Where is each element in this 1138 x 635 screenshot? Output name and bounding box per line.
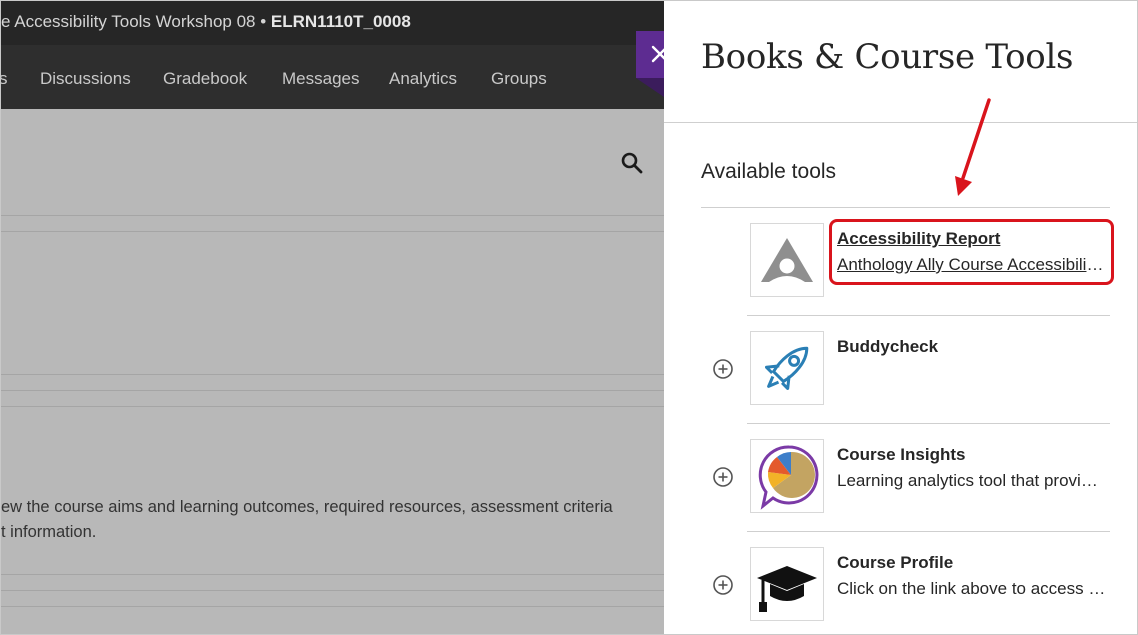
nav-item-messages[interactable]: Messages: [282, 69, 359, 89]
divider: [1, 215, 664, 216]
tool-description: Learning analytics tool that provides: [837, 471, 1107, 490]
nav-item-gradebook[interactable]: Gradebook: [163, 69, 247, 89]
course-title: e Accessibility Tools Workshop 08 • ELRN…: [1, 12, 411, 32]
close-button-tail: [636, 78, 664, 97]
divider: [1, 590, 664, 591]
ally-logo-icon: [761, 238, 813, 282]
divider: [1, 606, 664, 607]
course-title-text: e Accessibility Tools Workshop 08 •: [1, 12, 271, 31]
divider: [1, 374, 664, 375]
nav-item-discussions[interactable]: Discussions: [40, 69, 131, 89]
tool-name: Course Insights: [837, 445, 966, 464]
add-tool-icon[interactable]: [712, 358, 734, 380]
section-heading: Available tools: [701, 160, 837, 183]
course-code: ELRN1110T_0008: [270, 12, 411, 31]
app-window: e Accessibility Tools Workshop 08 • ELRN…: [0, 0, 1138, 635]
tool-description: Click on the link above to access the co…: [837, 579, 1107, 598]
course-header-bar: e Accessibility Tools Workshop 08 • ELRN…: [1, 1, 664, 45]
course-description-text: ew the course aims and learning outcomes…: [1, 495, 664, 545]
divider: [1, 574, 664, 575]
tool-name: Course Profile: [837, 553, 954, 572]
rocket-icon: [764, 346, 809, 391]
course-nav-bar: s Discussions Gradebook Messages Analyti…: [1, 45, 664, 109]
tool-thumbnail: [750, 547, 824, 621]
search-icon[interactable]: [620, 151, 644, 175]
course-description-line: t information.: [1, 523, 97, 541]
divider: [664, 122, 1137, 123]
nav-item-groups[interactable]: Groups: [491, 69, 547, 89]
add-tool-icon[interactable]: [712, 574, 734, 596]
highlight-annotation-box: [829, 219, 1114, 285]
tool-thumbnail: [750, 331, 824, 405]
tool-thumbnail: [750, 439, 824, 513]
books-course-tools-panel: Books & Course Tools Available tools Acc…: [664, 1, 1137, 634]
course-description-line: ew the course aims and learning outcomes…: [1, 498, 613, 516]
tool-item-buddycheck[interactable]: Buddycheck: [747, 316, 1110, 424]
tool-item-course-profile[interactable]: Course Profile Click on the link above t…: [747, 532, 1110, 634]
tool-thumbnail: [750, 223, 824, 297]
divider: [1, 390, 664, 391]
tool-item-course-insights[interactable]: Course Insights Learning analytics tool …: [747, 424, 1110, 532]
tool-name: Buddycheck: [837, 337, 939, 356]
nav-item-analytics[interactable]: Analytics: [389, 69, 457, 89]
red-arrow-annotation-icon: [955, 98, 991, 196]
pie-chart-speech-icon: [758, 445, 819, 510]
divider: [1, 406, 664, 407]
nav-item-partial[interactable]: s: [1, 69, 8, 89]
divider: [1, 231, 664, 232]
course-page-background: e Accessibility Tools Workshop 08 • ELRN…: [1, 1, 664, 634]
panel-title: Books & Course Tools: [701, 37, 1074, 77]
add-tool-icon[interactable]: [712, 466, 734, 488]
graduation-cap-icon: [757, 566, 817, 612]
